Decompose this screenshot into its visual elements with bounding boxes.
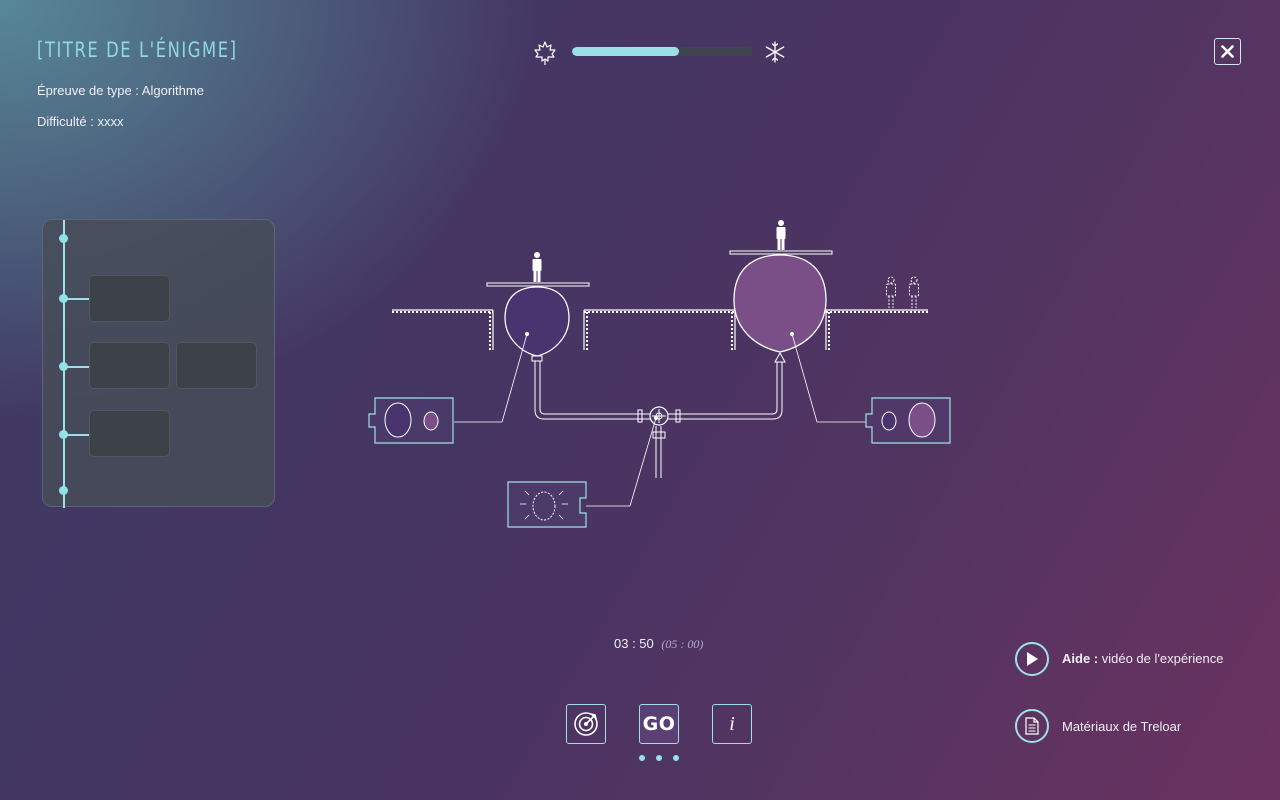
materials-link[interactable]: Matériaux de Treloar	[1062, 719, 1181, 734]
balloon-experiment-diagram	[368, 220, 951, 528]
page-dot	[656, 755, 662, 761]
algorithm-slot[interactable]	[89, 275, 170, 322]
timer: 03 : 50 (05 : 00)	[614, 636, 703, 652]
snowflake-icon	[765, 41, 785, 63]
small-balloon	[504, 286, 570, 357]
timeline-node	[59, 234, 68, 243]
algorithm-slot[interactable]	[89, 410, 170, 457]
timeline-connector	[64, 298, 90, 300]
play-icon	[1027, 652, 1038, 666]
target-icon	[574, 712, 598, 736]
help-video-link[interactable]: Aide : vidéo de l'expérience	[1062, 651, 1223, 666]
materials-button[interactable]	[1015, 709, 1049, 743]
state-card-right	[865, 397, 951, 444]
timer-current: 03 : 50	[614, 636, 654, 651]
puzzle-type: Épreuve de type : Algorithme	[37, 83, 204, 98]
waiting-persons-icon	[886, 276, 919, 308]
help-video-text: vidéo de l'expérience	[1098, 651, 1224, 666]
objective-button[interactable]	[566, 704, 606, 744]
close-icon	[1221, 45, 1234, 58]
puzzle-difficulty: Difficulté : xxxx	[37, 114, 124, 129]
play-video-button[interactable]	[1015, 642, 1049, 676]
algorithm-panel	[42, 219, 275, 508]
valve-icon	[649, 406, 669, 426]
person-icon	[776, 220, 786, 250]
progress-fill	[572, 47, 679, 56]
page-dot	[673, 755, 679, 761]
timer-max: (05 : 00)	[661, 637, 704, 651]
large-balloon	[733, 254, 827, 353]
maple-leaf-icon	[534, 41, 556, 65]
go-button[interactable]: GO	[639, 704, 679, 744]
progress-bar	[572, 47, 753, 56]
person-icon	[532, 252, 542, 282]
page-dot	[639, 755, 645, 761]
close-button[interactable]	[1214, 38, 1241, 65]
timeline-connector	[64, 366, 90, 368]
info-button[interactable]: i	[712, 704, 752, 744]
state-card-valve	[507, 481, 587, 528]
puzzle-title: [TITRE DE L'ÉNIGME]	[37, 38, 238, 62]
timeline-node	[59, 486, 68, 495]
document-icon	[1025, 717, 1039, 735]
algorithm-slot[interactable]	[176, 342, 257, 389]
go-label: GO	[642, 713, 676, 735]
timeline-connector	[64, 434, 90, 436]
state-card-left	[368, 397, 454, 444]
algorithm-slot[interactable]	[89, 342, 170, 389]
info-icon: i	[729, 712, 735, 735]
help-label: Aide :	[1062, 651, 1099, 666]
